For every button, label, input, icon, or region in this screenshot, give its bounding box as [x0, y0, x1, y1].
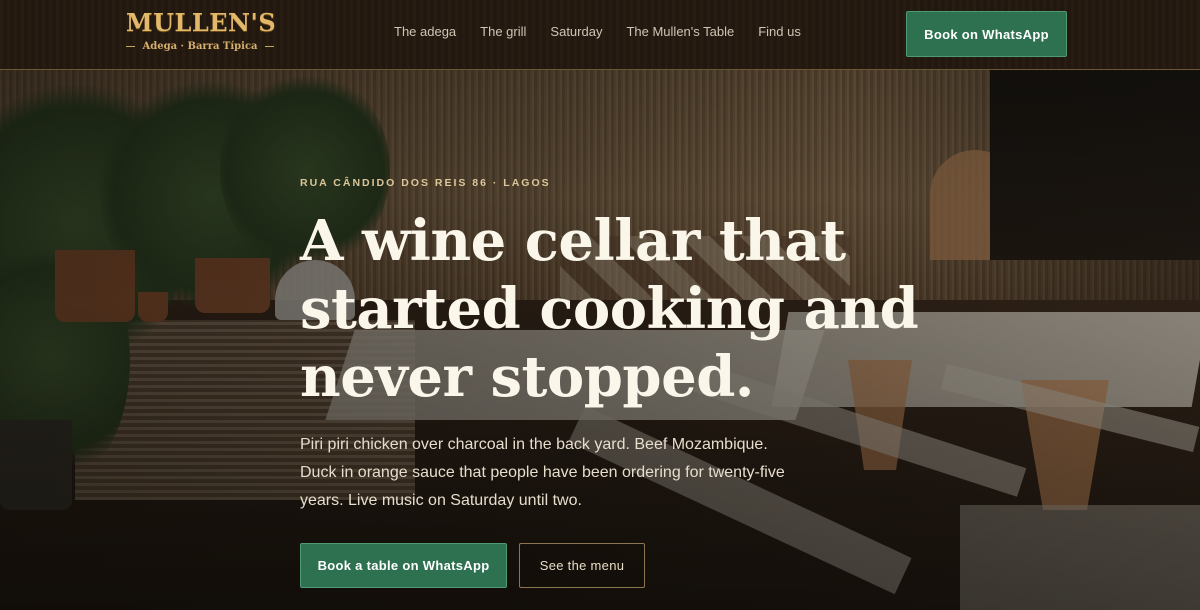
nav-link-saturday[interactable]: Saturday [550, 23, 602, 40]
see-menu-button[interactable]: See the menu [519, 543, 645, 588]
headline-line: A wine cellar that [300, 208, 846, 274]
nav-link-grill[interactable]: The grill [480, 23, 526, 40]
book-table-whatsapp-button[interactable]: Book a table on WhatsApp [300, 543, 507, 588]
hero-description: Piri piri chicken over charcoal in the b… [300, 436, 785, 509]
site-logo[interactable]: MULLEN'S Adega · Barra Típica [126, 8, 277, 52]
logo-subtitle-row: Adega · Barra Típica [126, 41, 274, 52]
nav-link-mullens-table[interactable]: The Mullen's Table [626, 23, 734, 40]
main-nav: The adega The grill Saturday The Mullen'… [394, 23, 801, 40]
headline-line: started cooking and [300, 276, 919, 342]
logo-divider [264, 46, 274, 47]
book-on-whatsapp-button[interactable]: Book on WhatsApp [906, 11, 1067, 57]
site-header: MULLEN'S Adega · Barra Típica The adega … [0, 0, 1200, 70]
hero-cta-row: Book a table on WhatsApp See the menu [300, 543, 920, 588]
nav-link-adega[interactable]: The adega [394, 23, 456, 40]
hero-headline: A wine cellar that started cooking and n… [300, 207, 920, 411]
hero-section: RUA CÂNDIDO DOS REIS 86 · LAGOS A wine c… [300, 176, 920, 588]
logo-title: MULLEN'S [126, 8, 277, 37]
nav-link-find-us[interactable]: Find us [758, 23, 801, 40]
headline-line: never stopped. [300, 344, 754, 410]
logo-subtitle: Adega · Barra Típica [142, 41, 258, 52]
logo-divider [126, 46, 136, 47]
address-eyebrow: RUA CÂNDIDO DOS REIS 86 · LAGOS [300, 177, 551, 189]
